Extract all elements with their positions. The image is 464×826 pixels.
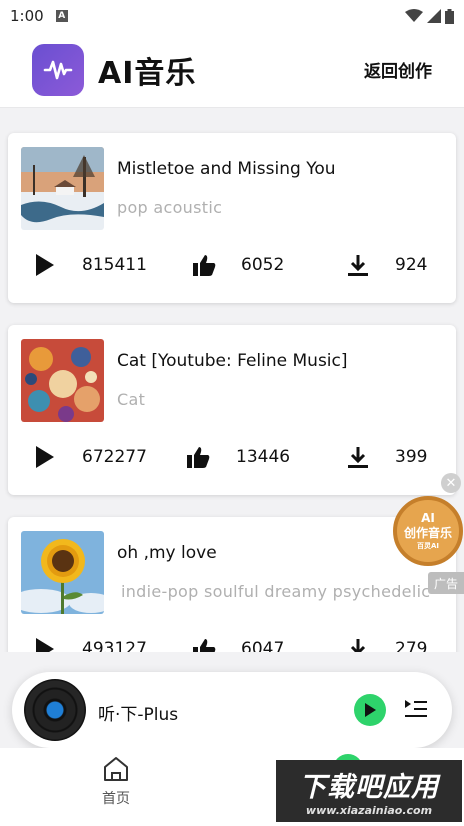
nav-home[interactable]: 首页 xyxy=(86,756,146,820)
notification-icon: A xyxy=(55,10,68,22)
download-icon[interactable] xyxy=(346,637,370,652)
song-card[interactable]: Mistletoe and Missing You pop acoustic 8… xyxy=(8,133,456,303)
song-cover-image[interactable] xyxy=(21,147,104,230)
song-stats: 815411 6052 924 xyxy=(8,249,456,283)
play-button[interactable] xyxy=(354,694,386,726)
thumbs-up-icon[interactable] xyxy=(186,445,210,469)
download-count: 399 xyxy=(395,447,428,467)
play-count: 493127 xyxy=(82,639,147,652)
play-icon[interactable] xyxy=(34,637,56,652)
song-stats: 672277 13446 399 xyxy=(8,441,456,475)
home-icon xyxy=(104,757,128,781)
song-title[interactable]: oh ,my love xyxy=(117,543,217,563)
download-icon[interactable] xyxy=(346,253,370,277)
app-title: AI音乐 xyxy=(98,55,197,91)
app-header: AI音乐 返回创作 xyxy=(0,32,464,108)
nav-home-label: 首页 xyxy=(102,791,130,807)
watermark-logo: 下载吧应用 www.xiazainiao.com xyxy=(276,760,462,822)
song-cover-image[interactable] xyxy=(21,339,104,422)
play-icon[interactable] xyxy=(34,253,56,277)
song-title[interactable]: Cat [Youtube: Feline Music] xyxy=(117,351,348,371)
download-icon[interactable] xyxy=(346,445,370,469)
song-title[interactable]: Mistletoe and Missing You xyxy=(117,159,336,179)
back-to-create-link[interactable]: 返回创作 xyxy=(364,57,432,82)
waveform-icon xyxy=(43,60,73,79)
signal-icon xyxy=(427,9,441,23)
playlist-icon xyxy=(405,700,427,717)
playlist-button[interactable] xyxy=(404,698,428,724)
like-count: 6052 xyxy=(241,255,285,275)
ad-line-2: 创作音乐 xyxy=(403,526,452,540)
song-tags: pop acoustic xyxy=(117,198,223,217)
ad-label: 广告 xyxy=(428,572,464,594)
vinyl-record-icon[interactable] xyxy=(24,679,86,741)
app-logo xyxy=(32,43,84,96)
thumbs-up-icon[interactable] xyxy=(192,637,216,652)
thumbs-up-icon[interactable] xyxy=(192,253,216,277)
song-card[interactable]: oh ,my love indie-pop soulful dreamy psy… xyxy=(8,517,456,652)
play-icon[interactable] xyxy=(34,445,56,469)
wifi-icon xyxy=(405,9,423,22)
status-icons xyxy=(405,8,454,24)
song-tags: indie-pop soulful dreamy psychedelic xyxy=(121,582,431,601)
like-count: 13446 xyxy=(236,447,291,467)
watermark-main-text: 下载吧应用 xyxy=(299,772,439,803)
play-count: 672277 xyxy=(82,447,147,467)
song-card[interactable]: Cat [Youtube: Feline Music] Cat 672277 1… xyxy=(8,325,456,495)
status-bar: 1:00 A xyxy=(0,0,464,32)
song-stats: 493127 6047 279 xyxy=(8,633,456,652)
like-count: 6047 xyxy=(241,639,285,652)
play-count: 815411 xyxy=(82,255,147,275)
song-cover-image[interactable] xyxy=(21,531,104,614)
status-time: 1:00 xyxy=(10,7,44,25)
ad-badge[interactable]: AI 创作音乐 百灵AI xyxy=(393,496,463,566)
watermark-url: www.xiazainiao.com xyxy=(305,804,433,817)
download-count: 279 xyxy=(395,639,428,652)
song-list[interactable]: Mistletoe and Missing You pop acoustic 8… xyxy=(0,108,464,652)
player-title: 听·下-Plus xyxy=(98,705,179,725)
ad-line-3: 百灵AI xyxy=(416,542,440,550)
play-icon xyxy=(365,703,376,717)
download-count: 924 xyxy=(395,255,428,275)
battery-icon xyxy=(445,8,454,24)
ad-line-1: AI xyxy=(421,511,435,525)
ad-close-button[interactable]: ✕ xyxy=(441,473,461,493)
song-tags: Cat xyxy=(117,390,146,409)
mini-player[interactable]: 听·下-Plus xyxy=(12,672,452,748)
